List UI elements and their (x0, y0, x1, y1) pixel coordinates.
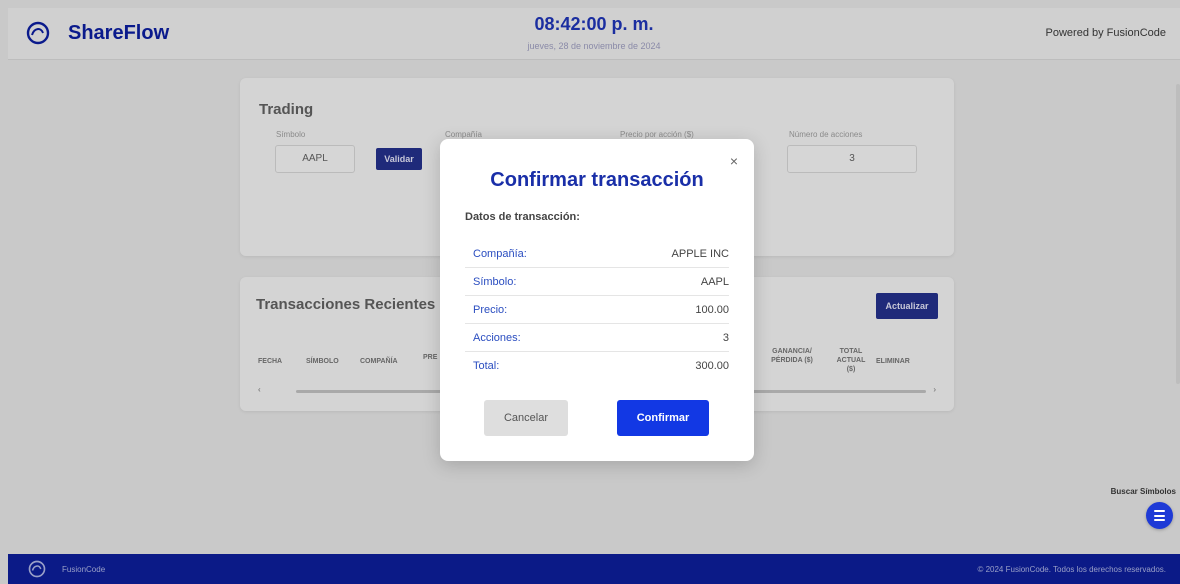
detail-row-symbol: Símbolo: AAPL (465, 268, 729, 296)
confirm-transaction-dialog: × Confirmar transacción Datos de transac… (440, 139, 754, 461)
price-label: Precio por acción ($) (620, 130, 694, 139)
clock-time: 08:42:00 p. m. (534, 14, 654, 34)
powered-by: Powered by FusionCode (1045, 27, 1166, 39)
trading-title: Trading (259, 101, 314, 118)
page-scrollbar[interactable] (1176, 84, 1180, 384)
footer-brand: FusionCode (62, 565, 106, 574)
symbol-input[interactable]: AAPL (275, 145, 355, 173)
close-icon[interactable]: × (730, 153, 738, 169)
column-header[interactable]: GANANCIA/ PÉRDIDA ($) (770, 347, 814, 365)
search-symbols-button[interactable] (1146, 502, 1173, 529)
detail-row-company: Compañía: APPLE INC (465, 240, 729, 268)
transactions-title: Transacciones Recientes (256, 296, 436, 313)
detail-row-price: Precio: 100.00 (465, 296, 729, 324)
scroll-right-icon[interactable]: › (933, 385, 936, 394)
detail-value: 3 (722, 332, 729, 344)
detail-row-shares: Acciones: 3 (465, 324, 729, 352)
detail-label: Compañía: (473, 248, 527, 260)
detail-value: APPLE INC (671, 248, 729, 260)
column-header[interactable]: PRE (423, 353, 437, 362)
detail-label: Precio: (473, 304, 508, 316)
dialog-subtitle: Datos de transacción: (465, 211, 580, 223)
detail-value: 100.00 (695, 304, 729, 316)
cancel-button[interactable]: Cancelar (484, 400, 568, 436)
transaction-details: Compañía: APPLE INC Símbolo: AAPL Precio… (465, 240, 729, 380)
shares-label: Número de acciones (789, 130, 863, 139)
symbol-label: Símbolo (276, 130, 306, 139)
app-header: ShareFlow 08:42:00 p. m. jueves, 28 de n… (8, 8, 1180, 60)
shares-input[interactable]: 3 (787, 145, 917, 173)
menu-icon (1154, 519, 1165, 521)
detail-value: AAPL (700, 276, 729, 288)
clock-date: jueves, 28 de noviembre de 2024 (527, 41, 661, 51)
dialog-title: Confirmar transacción (490, 169, 704, 191)
refresh-button[interactable]: Actualizar (876, 293, 938, 319)
detail-label: Total: (473, 360, 500, 372)
menu-icon (1154, 510, 1165, 512)
confirm-button[interactable]: Confirmar (617, 400, 709, 436)
detail-row-total: Total: 300.00 (465, 352, 729, 380)
footer-copyright: © 2024 FusionCode. Todos los derechos re… (977, 565, 1166, 574)
scroll-left-icon[interactable]: ‹ (258, 385, 261, 394)
column-header[interactable]: SÍMBOLO (306, 357, 339, 366)
detail-label: Símbolo: (473, 276, 517, 288)
search-symbols-label: Buscar Símbolos (1110, 487, 1176, 496)
app-footer: FusionCode © 2024 FusionCode. Todos los … (8, 554, 1180, 584)
validate-button[interactable]: Validar (376, 148, 422, 170)
detail-label: Acciones: (473, 332, 521, 344)
menu-icon (1154, 514, 1165, 517)
column-header[interactable]: TOTAL ACTUAL ($) (836, 347, 866, 374)
column-header[interactable]: ELIMINAR (876, 357, 910, 366)
footer-logo-icon (28, 560, 46, 578)
company-label: Compañía (445, 130, 482, 139)
column-header[interactable]: FECHA (258, 357, 282, 366)
column-header[interactable]: COMPAÑÍA (360, 357, 398, 366)
detail-value: 300.00 (695, 360, 729, 372)
